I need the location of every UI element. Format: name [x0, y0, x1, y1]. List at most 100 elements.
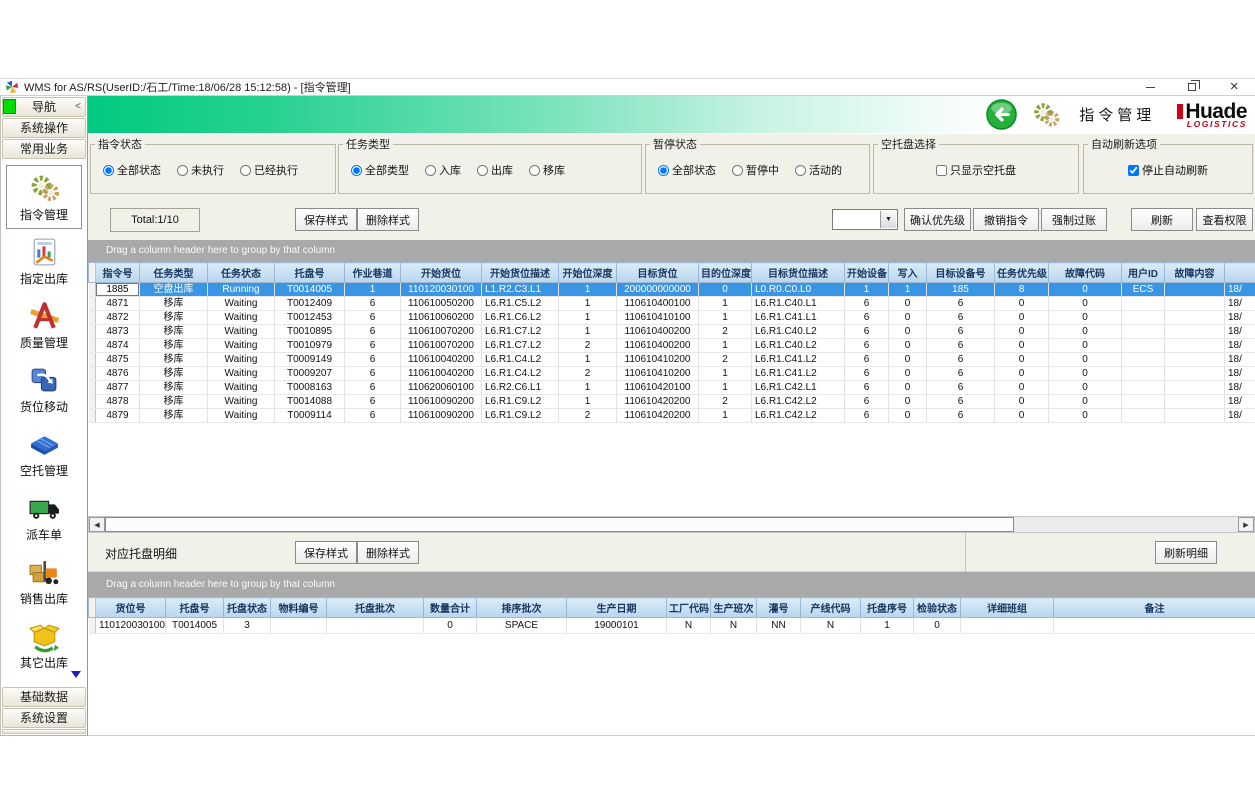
delete-style-button[interactable]: 删除样式 — [357, 208, 419, 231]
view-permission-button[interactable]: 查看权限 — [1196, 208, 1253, 231]
table-row[interactable]: 4872移库WaitingT00124536110610060200L6.R1.… — [89, 311, 1255, 325]
filter-option[interactable]: 入库 — [425, 162, 461, 178]
table-row[interactable]: 4876移库WaitingT00092076110610040200L6.R1.… — [89, 367, 1255, 381]
detail-save-style-button[interactable]: 保存样式 — [295, 541, 357, 564]
cancel-command-button[interactable]: 撤销指令 — [973, 208, 1039, 231]
column-header[interactable]: 托盘状态 — [224, 598, 271, 618]
column-header[interactable]: 目标货位描述 — [752, 263, 845, 283]
refresh-button[interactable]: 刷新 — [1131, 208, 1193, 231]
column-header[interactable]: 排序批次 — [477, 598, 567, 618]
column-header[interactable]: 货位号 — [96, 598, 166, 618]
restore-icon[interactable] — [1177, 80, 1207, 95]
table-row[interactable]: 4873移库WaitingT00108956110610070200L6.R1.… — [89, 325, 1255, 339]
table-row[interactable]: 1885空盘出库RunningT00140051110120030100L1.R… — [89, 283, 1255, 297]
column-header[interactable]: 检验状态 — [914, 598, 961, 618]
sidebar-item-truck[interactable]: 派车单 — [6, 485, 82, 549]
filter-option[interactable]: 全部类型 — [351, 162, 409, 178]
column-header[interactable]: 用户ID — [1122, 263, 1165, 283]
sidebar-section-system-ops[interactable]: 系统操作 — [2, 118, 86, 138]
nav-header[interactable]: 导航 < — [2, 97, 86, 117]
column-header[interactable]: 目标设备号 — [927, 263, 995, 283]
column-header[interactable]: 生产日期 — [567, 598, 667, 618]
radio-input[interactable] — [240, 165, 251, 176]
column-header[interactable]: 故障代码 — [1049, 263, 1122, 283]
table-row[interactable]: 110120030100T001400530SPACE19000101NNNNN… — [89, 618, 1255, 634]
radio-input[interactable] — [351, 165, 362, 176]
column-header[interactable]: 详细班组 — [961, 598, 1054, 618]
checkbox-input[interactable] — [936, 165, 947, 176]
filter-option[interactable]: 全部状态 — [658, 162, 716, 178]
filter-option[interactable]: 出库 — [477, 162, 513, 178]
radio-input[interactable] — [529, 165, 540, 176]
column-header[interactable]: 数量合计 — [424, 598, 477, 618]
sidebar-section-common-business[interactable]: 常用业务 — [2, 139, 86, 159]
horizontal-scrollbar[interactable] — [88, 516, 1255, 533]
radio-input[interactable] — [177, 165, 188, 176]
column-header[interactable]: 开始设备 — [845, 263, 889, 283]
filter-option[interactable]: 全部状态 — [103, 162, 161, 178]
scroll-right-icon[interactable] — [1238, 517, 1254, 532]
column-header[interactable]: 目标货位 — [617, 263, 699, 283]
column-header[interactable]: 物料编号 — [271, 598, 327, 618]
column-header[interactable]: 开始货位描述 — [482, 263, 559, 283]
collapse-icon[interactable]: < — [75, 98, 81, 116]
table-row[interactable]: 4874移库WaitingT00109796110610070200L6.R1.… — [89, 339, 1255, 353]
confirm-priority-button[interactable]: 确认优先级 — [904, 208, 971, 231]
column-header[interactable]: 目的位深度 — [699, 263, 752, 283]
column-header[interactable]: 备注 — [1054, 598, 1255, 618]
column-header[interactable]: 开始位深度 — [559, 263, 617, 283]
sidebar-item-quality[interactable]: 质量管理 — [6, 293, 82, 357]
column-header[interactable]: 托盘号 — [166, 598, 224, 618]
minimize-icon[interactable] — [1135, 80, 1165, 95]
radio-input[interactable] — [732, 165, 743, 176]
force-post-button[interactable]: 强制过账 — [1041, 208, 1107, 231]
column-header[interactable]: 工厂代码 — [667, 598, 711, 618]
column-header[interactable]: 指令号 — [96, 263, 140, 283]
radio-input[interactable] — [477, 165, 488, 176]
sidebar-item-pallet[interactable]: 空托管理 — [6, 421, 82, 485]
column-header[interactable]: 托盘批次 — [327, 598, 424, 618]
table-row[interactable]: 4871移库WaitingT00124096110610050200L6.R1.… — [89, 297, 1255, 311]
radio-input[interactable] — [795, 165, 806, 176]
table-row[interactable]: 4877移库WaitingT00081636110620060100L6.R2.… — [89, 381, 1255, 395]
filter-option[interactable]: 已经执行 — [240, 162, 298, 178]
radio-input[interactable] — [103, 165, 114, 176]
table-row[interactable]: 4875移库WaitingT00091496110610040200L6.R1.… — [89, 353, 1255, 367]
column-header[interactable]: 任务类型 — [140, 263, 208, 283]
sidebar-item-outbound-box[interactable]: 其它出库 — [6, 613, 82, 677]
column-header[interactable]: 生产班次 — [711, 598, 757, 618]
checkbox-input[interactable] — [1128, 165, 1139, 176]
column-header[interactable]: 产线代码 — [801, 598, 861, 618]
column-header[interactable]: 作业巷道 — [345, 263, 401, 283]
filter-option[interactable]: 活动的 — [795, 162, 842, 178]
radio-input[interactable] — [425, 165, 436, 176]
sidebar-item-gears[interactable]: 指令管理 — [6, 165, 82, 229]
scroll-left-icon[interactable] — [89, 517, 105, 532]
sidebar-section-partial[interactable] — [2, 729, 86, 734]
back-button[interactable] — [986, 99, 1017, 130]
group-by-hint-bar[interactable]: Drag a column header here to group by th… — [88, 240, 1255, 262]
sidebar-item-report[interactable]: 指定出库 — [6, 229, 82, 293]
column-header[interactable]: 开始货位 — [401, 263, 482, 283]
column-header[interactable]: 故障内容 — [1165, 263, 1225, 283]
filter-option[interactable]: 只显示空托盘 — [936, 162, 1016, 178]
filter-option[interactable]: 未执行 — [177, 162, 224, 178]
column-header[interactable]: 任务优先级 — [995, 263, 1049, 283]
scrollbar-thumb[interactable] — [105, 517, 1014, 532]
column-header[interactable]: 灌号 — [757, 598, 801, 618]
sidebar-item-forklift[interactable]: 销售出库 — [6, 549, 82, 613]
sidebar-item-location-move[interactable]: 货位移动 — [6, 357, 82, 421]
sidebar-section-system-settings[interactable]: 系统设置 — [2, 708, 86, 728]
sidebar-section-base-data[interactable]: 基础数据 — [2, 687, 86, 707]
detail-group-by-hint-bar[interactable]: Drag a column header here to group by th… — [88, 572, 1255, 597]
column-header[interactable]: 任务状态 — [208, 263, 275, 283]
filter-option[interactable]: 暂停中 — [732, 162, 779, 178]
radio-input[interactable] — [658, 165, 669, 176]
filter-option[interactable]: 停止自动刷新 — [1128, 162, 1208, 178]
table-row[interactable]: 4879移库WaitingT00091146110610090200L6.R1.… — [89, 409, 1255, 423]
save-style-button[interactable]: 保存样式 — [295, 208, 357, 231]
column-header[interactable]: 托盘序号 — [861, 598, 914, 618]
more-items-icon[interactable] — [71, 671, 81, 683]
column-header[interactable]: 写入 — [889, 263, 927, 283]
chevron-down-icon[interactable] — [880, 211, 896, 228]
